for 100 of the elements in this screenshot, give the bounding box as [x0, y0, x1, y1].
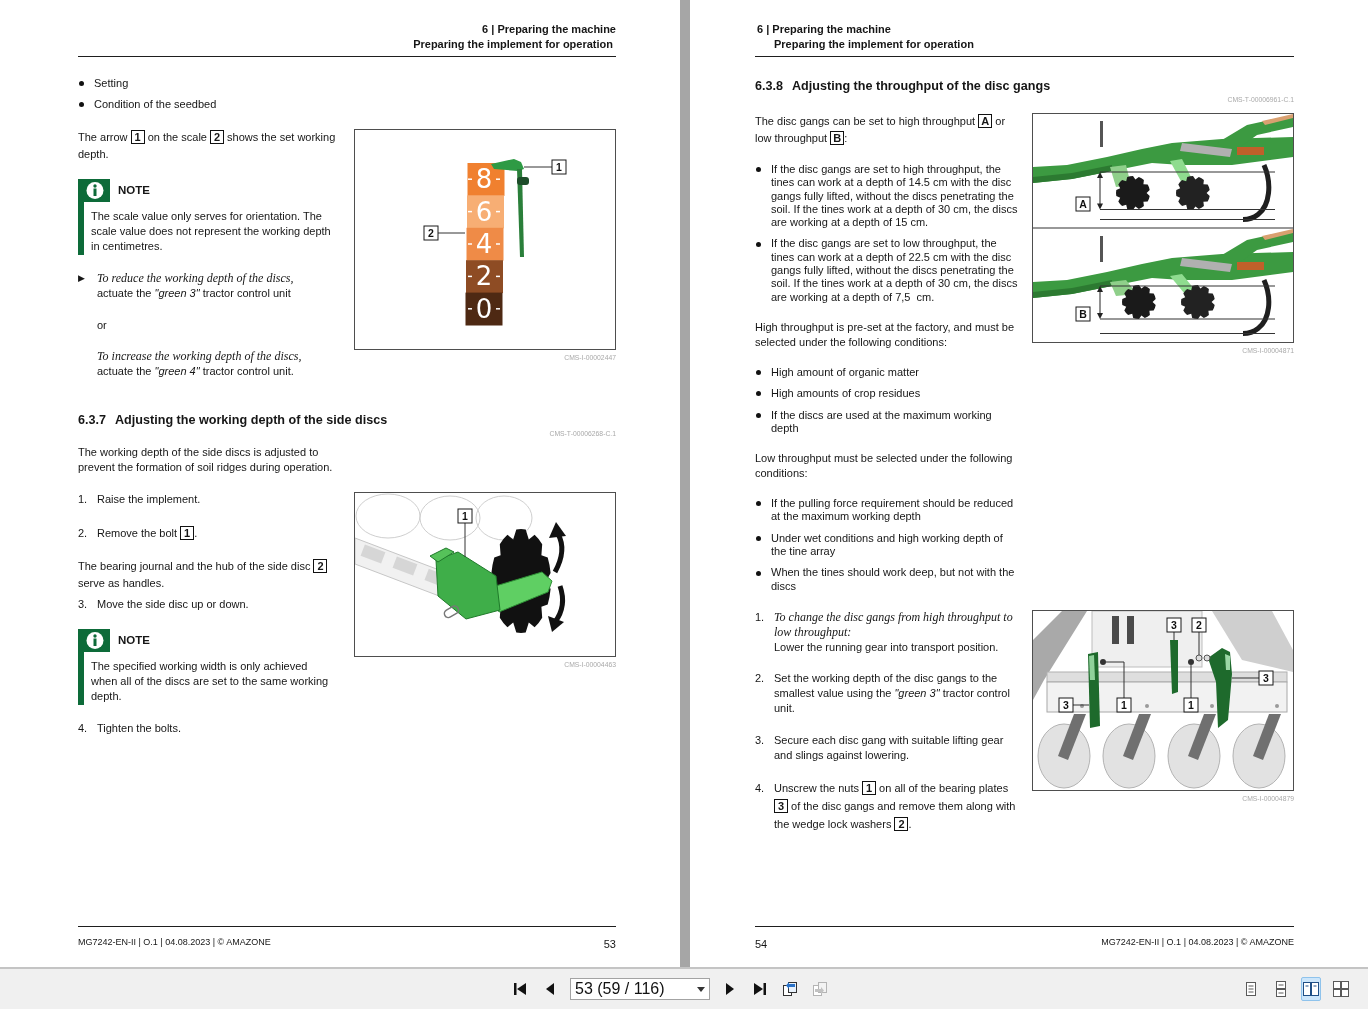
step-number: 1. — [78, 492, 89, 508]
nut — [1188, 658, 1194, 665]
single-page-icon — [1243, 981, 1259, 997]
caret-down-icon — [697, 986, 705, 992]
leader-line — [1173, 631, 1175, 641]
bullet-text: If the discs are used at the maximum working depth — [771, 408, 993, 436]
note-title: NOTE — [118, 184, 150, 197]
step-lead: To change the disc gangs from high throughput to low throughput: — [774, 609, 1014, 640]
two-pages-icon — [1303, 981, 1319, 997]
callout-label: 3 — [1058, 697, 1074, 713]
bullet-text: High amounts of crop residues — [771, 387, 922, 401]
leader-line — [1190, 664, 1192, 699]
bullet-icon — [756, 391, 761, 397]
leader-line — [437, 232, 466, 234]
page-number: 54 — [755, 937, 768, 951]
chapter-title: 6 | Preparing the machine — [482, 22, 616, 37]
step-text: Unscrew the nuts 1 on all of the bearing plates 3 of the disc gangs and remove them along with the wedge lock washers 2 . — [774, 780, 1017, 834]
leader-line — [1072, 704, 1090, 706]
page-number: 53 — [603, 937, 616, 951]
note-text: The specified working width is only achieved when all of the discs are set to the same working depth. — [90, 658, 330, 704]
bullet-icon — [79, 81, 84, 87]
two-page-view-button[interactable] — [1301, 977, 1321, 1001]
skip-to-start-icon — [512, 981, 528, 997]
leader-line — [1105, 661, 1125, 699]
bullet-text: When the tines should work deep, but not with the discs — [771, 566, 1016, 593]
chapter-title: 6 | Preparing the machine — [756, 22, 891, 37]
note-text: The scale value only serves for orientation. The scale value does not represent the working depth in centimetres. — [90, 208, 332, 254]
bullet-text: Under wet conditions and high working depth of the tine array — [771, 531, 1004, 559]
instruction-lead: To reduce the working depth of the discs, — [97, 270, 295, 286]
dimension-arrow — [1097, 172, 1103, 210]
step-number: 2. — [755, 671, 766, 687]
bullet-text: If the disc gangs are set to high throughput, the tines can work at a depth of 14.5 cm with the disc gangs fully lifted, without the discs penetrating the soil. If the tines work at a depth of 30 cm, the discs are working at a depth of 15 cm. — [771, 163, 1019, 230]
instruction-text: actuate the "green 3" tractor control unit — [97, 285, 292, 301]
bullet-text: If the pulling force requirement should be reduced at the maximum working depth — [771, 497, 1015, 524]
bullet-text: Condition of the seedbed — [94, 98, 218, 112]
callout-label: 1 — [457, 508, 473, 524]
section-number: 6.3.7 — [78, 411, 106, 429]
section-heading: Adjusting the throughput of the disc gangs — [792, 78, 1051, 95]
bullet-text: Setting — [94, 77, 130, 91]
pages-arrow-icon — [812, 981, 828, 997]
step-text: Remove the bolt 1 . — [97, 524, 199, 542]
connector-text: or — [96, 317, 108, 333]
step-text: Lower the running gear into transport position. — [774, 639, 1000, 655]
page-select[interactable]: 53 (59 / 116) — [570, 978, 710, 1000]
note-title: NOTE — [118, 634, 150, 647]
view-label: A — [1075, 196, 1091, 212]
callout-label: 1 — [1183, 697, 1199, 713]
leader-line — [1231, 677, 1260, 679]
step-number: 3. — [78, 596, 89, 612]
section-title: Preparing the implement for operation — [413, 37, 614, 52]
bearing-plate — [1170, 639, 1178, 694]
curved-arrow — [549, 522, 566, 574]
bullet-icon — [79, 102, 84, 108]
disc-outline — [419, 495, 481, 541]
page-grid-icon — [1333, 981, 1349, 997]
section-title: Preparing the implement for operation — [773, 37, 974, 52]
section-number: 6.3.8 — [755, 78, 783, 95]
dimension-arrow — [1097, 286, 1103, 319]
instruction-marker: ▶ — [78, 271, 86, 285]
bullet-icon — [756, 535, 761, 541]
bullet-icon — [756, 501, 761, 507]
skip-to-end-icon — [752, 981, 768, 997]
view-label: B — [1075, 306, 1091, 322]
bullet-text: If the disc gangs are set to low throughput, the tines can work at a depth of 22.5 cm with the disc gangs fully lifted, without the discs penetrating the soil. If the tines work at a depth of 30 cm, the discs are working at a depth of 7,5 cm. — [771, 237, 1019, 304]
paragraph: The disc gangs can be set to high throughput A or low throughput B : — [755, 113, 1007, 147]
step-text: Set the working depth of the disc gangs to the smallest value using the "green 3" tractor control unit. — [774, 671, 1011, 717]
callout-label: 2 — [423, 225, 439, 241]
depth-scale: 8 6 4 2 0 — [465, 162, 505, 326]
step-text: Secure each disc gang with suitable lifting gear and slings against lowering. — [774, 732, 1005, 763]
step-number: 4. — [755, 781, 766, 797]
step-number: 2. — [78, 525, 89, 541]
bullet-text: High amount of organic matter — [771, 365, 920, 380]
paragraph: High throughput is pre-set at the factory, and must be selected under the following conditions: — [755, 319, 1016, 350]
step-number: 4. — [78, 720, 89, 736]
step-text: Raise the implement. — [97, 492, 202, 508]
step-text: Move the side disc up or down. — [97, 596, 250, 612]
bullet-icon — [756, 412, 761, 418]
paragraph: Low throughput must be selected under the following conditions: — [755, 451, 1014, 482]
instruction-text: actuate the "green 4" tractor control unit. — [97, 363, 295, 379]
bullet-icon — [756, 241, 761, 247]
pages-arrow-icon — [782, 981, 798, 997]
disc-outline — [355, 493, 421, 539]
paragraph: The bearing journal and the hub of the side disc 2 serve as handles. — [78, 557, 342, 592]
leader-line — [1198, 631, 1200, 656]
footer-text: MG7242-EN-II | O.1 | 04.08.2023 | © AMAZONE — [78, 936, 271, 948]
section-heading: Adjusting the working depth of the side discs — [115, 411, 388, 429]
stacked-pages-icon — [1273, 981, 1289, 997]
callout-label: 1 — [1116, 697, 1132, 713]
paragraph: The working depth of the side discs is adjusted to prevent the formation of soil ridges during operation. — [78, 445, 334, 476]
nut — [1100, 658, 1106, 665]
callout-label: 2 — [1191, 617, 1207, 633]
bullet-icon — [756, 570, 761, 576]
step-number: 3. — [755, 732, 766, 748]
disc-outline — [475, 495, 533, 541]
step-number: 1. — [755, 609, 766, 625]
step-text: Tighten the bolts. — [97, 720, 182, 736]
footer-text: MG7242-EN-II | O.1 | 04.08.2023 | © AMAZONE — [1101, 936, 1294, 948]
leader-line — [523, 166, 553, 168]
bullet-icon — [756, 370, 761, 376]
bullet-icon — [756, 167, 761, 173]
